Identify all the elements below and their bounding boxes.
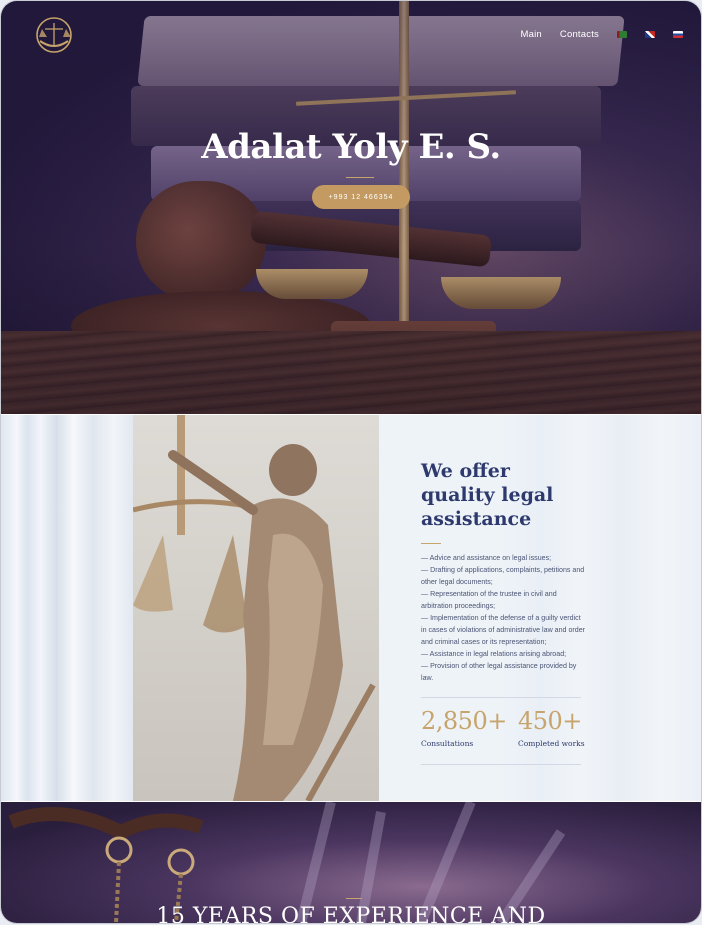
columns-background bbox=[1, 415, 133, 801]
list-item: — Advice and assistance on legal issues; bbox=[421, 554, 552, 562]
stat-value: 2,850+ bbox=[421, 707, 507, 735]
stat-label: Consultations bbox=[421, 739, 474, 748]
stats-divider-bottom bbox=[421, 764, 581, 765]
logo-icon[interactable] bbox=[28, 15, 80, 55]
services-content: We offer quality legal assistance — Advi… bbox=[421, 459, 586, 684]
list-item: — Implementation of the defense of a gui… bbox=[421, 614, 586, 646]
experience-divider bbox=[346, 898, 362, 899]
list-item: — Provision of other legal assistance pr… bbox=[421, 662, 577, 682]
stat-completed-works: 450+ Completed works bbox=[518, 707, 585, 748]
nav-main[interactable]: Main bbox=[521, 29, 542, 40]
lady-justice-image bbox=[133, 415, 379, 801]
hero-section: Main Contacts Adalat Yoly E. S. +993 12 … bbox=[1, 1, 701, 414]
phone-button[interactable]: +993 12 466354 bbox=[312, 185, 410, 209]
stat-consultations: 2,850+ Consultations bbox=[421, 707, 507, 748]
nav-contacts[interactable]: Contacts bbox=[560, 29, 599, 40]
stats-divider-top bbox=[421, 697, 581, 698]
list-item: — Drafting of applications, complaints, … bbox=[421, 566, 585, 586]
list-item: — Assistance in legal relations arising … bbox=[421, 650, 567, 658]
page-frame: Main Contacts Adalat Yoly E. S. +993 12 … bbox=[1, 1, 701, 923]
services-heading: We offer quality legal assistance bbox=[421, 460, 554, 530]
services-list: — Advice and assistance on legal issues;… bbox=[421, 552, 586, 684]
services-divider bbox=[421, 543, 441, 544]
flag-uk-icon[interactable] bbox=[645, 31, 655, 38]
flag-ru-icon[interactable] bbox=[673, 31, 683, 38]
hero-title: Adalat Yoly E. S. bbox=[201, 127, 501, 167]
experience-title: 15 YEARS OF EXPERIENCE AND bbox=[156, 904, 546, 923]
top-nav: Main Contacts bbox=[521, 29, 683, 40]
stat-label: Completed works bbox=[518, 739, 585, 748]
hero-divider bbox=[346, 177, 374, 178]
list-item: — Representation of the trustee in civil… bbox=[421, 590, 557, 610]
stat-value: 450+ bbox=[518, 707, 582, 735]
services-section: We offer quality legal assistance — Advi… bbox=[1, 415, 701, 801]
flag-tm-icon[interactable] bbox=[617, 31, 627, 38]
